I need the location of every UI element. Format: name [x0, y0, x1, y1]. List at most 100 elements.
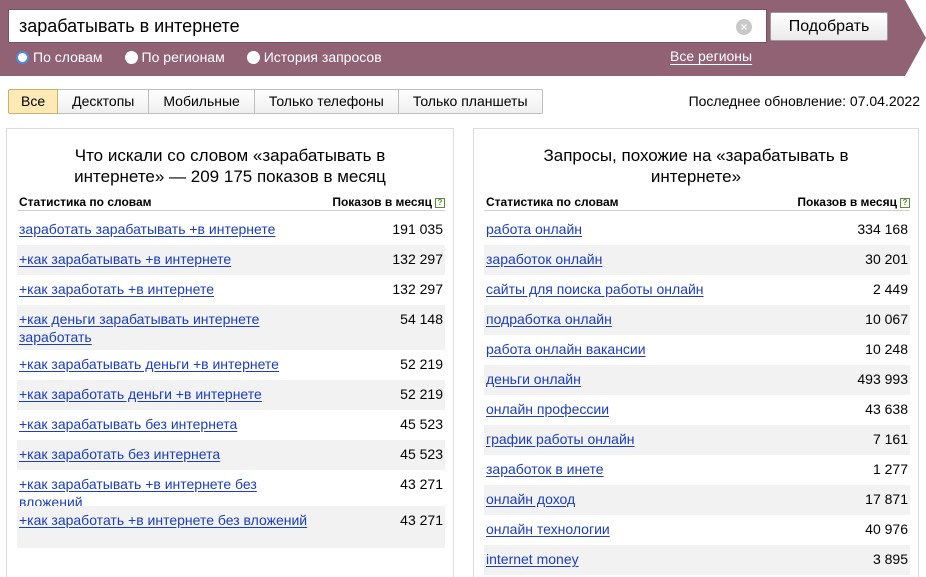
impressions-count: 17 871	[865, 491, 908, 507]
mode-by-words[interactable]: По словам	[16, 49, 103, 65]
similar-table: работа онлайн 334 168 заработок онлайн 30 2…	[484, 215, 910, 575]
search-box[interactable]: ×	[8, 9, 767, 43]
tab-all-devices[interactable]: Все	[8, 89, 59, 114]
device-filter-tabs: Все Десктопы Мобильные Только телефоны Т…	[8, 89, 543, 114]
impressions-count: 30 201	[865, 251, 908, 267]
column-header-words: Статистика по словам	[486, 195, 619, 209]
impressions-count: 52 219	[400, 356, 443, 372]
query-link[interactable]: +как деньги зарабатывать интернете зараб…	[19, 310, 309, 346]
table-row: заработок онлайн 30 201	[484, 245, 910, 275]
query-link[interactable]: онлайн профессии	[486, 400, 609, 418]
query-link[interactable]: +как заработать деньги +в интернете	[19, 385, 262, 403]
radio-icon[interactable]	[124, 50, 138, 64]
impressions-count: 43 271	[400, 476, 443, 492]
tab-mobile[interactable]: Мобильные	[149, 89, 255, 114]
help-icon[interactable]: ?	[900, 198, 910, 208]
query-link[interactable]: +как зарабатывать без интернета	[19, 415, 237, 433]
search-input[interactable]	[9, 10, 729, 42]
impressions-count: 10 067	[865, 311, 908, 327]
impressions-count: 2 449	[872, 281, 908, 297]
table-row: работа онлайн 334 168	[484, 215, 910, 245]
mode-by-regions[interactable]: По регионам	[124, 49, 225, 65]
radio-icon[interactable]	[246, 50, 260, 64]
table-row: +как заработать +в интернете 132 297	[17, 275, 445, 305]
impressions-count: 132 297	[392, 281, 443, 297]
query-link[interactable]: онлайн технологии	[486, 520, 610, 538]
query-link[interactable]: деньги онлайн	[486, 370, 581, 388]
table-row: +как заработать без интернета 45 523	[17, 440, 445, 470]
query-link[interactable]: онлайн доход	[486, 490, 575, 508]
impressions-count: 3 895	[872, 551, 908, 567]
table-row: заработать зарабатывать +в интернете 191 …	[17, 215, 445, 245]
table-row: работа онлайн вакансии 10 248	[484, 335, 910, 365]
impressions-count: 54 148	[400, 311, 443, 327]
table-row: internet money 3 895	[484, 545, 910, 575]
table-row: подработка онлайн 10 067	[484, 305, 910, 335]
panel-title: Запросы, похожие на «зарабатывать в инте…	[543, 146, 849, 186]
words-stats-panel: Что искали со словом «зарабатывать в инт…	[6, 128, 454, 577]
all-regions-link[interactable]: Все регионы	[670, 48, 752, 64]
column-header-impressions-label: Показов в месяц	[332, 195, 432, 209]
query-link[interactable]: +как зарабатывать деньги +в интернете	[19, 355, 279, 373]
impressions-count: 493 993	[857, 371, 908, 387]
query-link[interactable]: internet money	[486, 550, 579, 568]
similar-queries-panel: Запросы, похожие на «зарабатывать в инте…	[473, 128, 919, 577]
query-link[interactable]: +как зарабатывать +в интернете	[19, 250, 231, 268]
table-row: онлайн технологии 40 976	[484, 515, 910, 545]
impressions-count: 1 277	[872, 461, 908, 477]
impressions-count: 52 219	[400, 386, 443, 402]
impressions-count: 45 523	[400, 446, 443, 462]
mode-by-words-label: По словам	[33, 49, 103, 65]
table-header: Статистика по словам Показов в месяц?	[17, 195, 445, 211]
table-header: Статистика по словам Показов в месяц?	[484, 195, 910, 211]
query-link[interactable]: сайты для поиска работы онлайн	[486, 280, 704, 298]
table-row: деньги онлайн 493 993	[484, 365, 910, 395]
tab-phones-only[interactable]: Только телефоны	[254, 89, 399, 114]
table-row: +как заработать деньги +в интернете 52 21…	[17, 380, 445, 410]
mode-history[interactable]: История запросов	[246, 49, 382, 65]
impressions-count: 191 035	[392, 221, 443, 237]
table-row: +как зарабатывать без интернета 45 523	[17, 410, 445, 440]
table-row: онлайн профессии 43 638	[484, 395, 910, 425]
query-link[interactable]: заработать зарабатывать +в интернете	[19, 220, 275, 238]
query-link[interactable]: +как заработать +в интернете	[19, 280, 214, 298]
table-row: +как зарабатывать деньги +в интернете 52 …	[17, 350, 445, 380]
table-row: +как зарабатывать +в интернете 132 297	[17, 245, 445, 275]
submit-button[interactable]: Подобрать	[770, 12, 888, 41]
tab-desktops[interactable]: Десктопы	[58, 89, 150, 114]
mode-by-regions-label: По регионам	[141, 49, 225, 65]
panel-title: Что искали со словом «зарабатывать в инт…	[74, 146, 386, 186]
query-link[interactable]: подработка онлайн	[486, 310, 612, 328]
query-link[interactable]: заработок онлайн	[486, 250, 602, 268]
help-icon[interactable]: ?	[435, 198, 445, 208]
table-row: сайты для поиска работы онлайн 2 449	[484, 275, 910, 305]
query-link[interactable]: +как заработать без интернета	[19, 445, 220, 463]
column-header-impressions-label: Показов в месяц	[797, 195, 897, 209]
table-row: онлайн доход 17 871	[484, 485, 910, 515]
query-link[interactable]: заработок в инете	[486, 460, 604, 478]
query-link[interactable]: работа онлайн вакансии	[486, 340, 646, 358]
column-header-impressions: Показов в месяц?	[332, 195, 445, 209]
impressions-count: 43 638	[865, 401, 908, 417]
search-mode-group: По словам По регионам История запросов	[16, 47, 404, 67]
query-link[interactable]: +как заработать +в интернете без вложени…	[19, 511, 309, 529]
table-row: график работы онлайн 7 161	[484, 425, 910, 455]
impressions-count: 334 168	[857, 221, 908, 237]
impressions-count: 43 271	[400, 512, 443, 528]
radio-selected-icon[interactable]	[16, 50, 29, 64]
query-link[interactable]: график работы онлайн	[486, 430, 635, 448]
words-table: заработать зарабатывать +в интернете 191 …	[17, 215, 445, 548]
mode-history-label: История запросов	[263, 49, 382, 65]
table-row: +как заработать +в интернете без вложени…	[17, 506, 445, 548]
clear-icon[interactable]: ×	[736, 19, 752, 35]
table-row: заработок в инете 1 277	[484, 455, 910, 485]
impressions-count: 7 161	[872, 431, 908, 447]
table-row: +как деньги зарабатывать интернете зараб…	[17, 305, 445, 350]
impressions-count: 45 523	[400, 416, 443, 432]
last-update-text: Последнее обновление: 07.04.2022	[688, 93, 920, 109]
query-link[interactable]: работа онлайн	[486, 220, 582, 238]
impressions-count: 10 248	[865, 341, 908, 357]
tab-tablets-only[interactable]: Только планшеты	[398, 89, 543, 114]
impressions-count: 40 976	[865, 521, 908, 537]
column-header-impressions: Показов в месяц?	[797, 195, 910, 209]
